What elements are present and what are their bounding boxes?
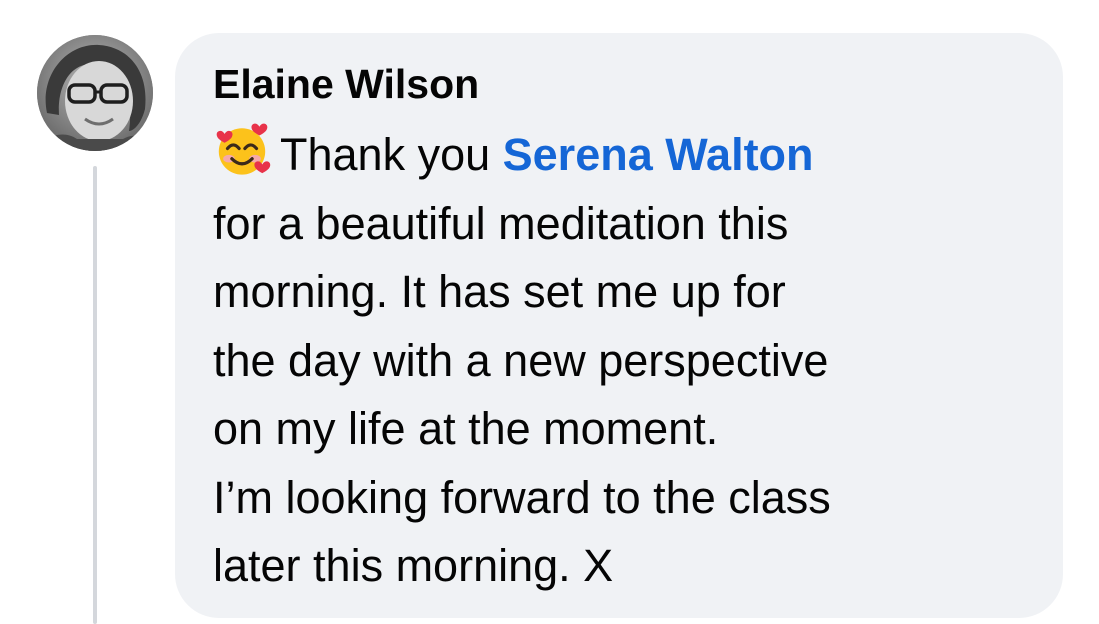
smiling-face-with-hearts-icon [216,123,271,175]
comment-line: for a beautiful meditation this [213,197,789,249]
comment-line: on my life at the moment. [213,403,719,454]
comment-author-name[interactable]: Elaine Wilson [213,61,479,108]
comment-line: later this morning. X [213,540,614,591]
comment-bubble: Elaine Wilson Thank you Serena Walton fo… [175,33,1063,618]
comment-greeting: Thank you [280,129,491,180]
comment-line: the day with a new perspective [213,334,829,386]
comment-line: morning. It has set me up for [213,266,786,317]
comment-line: I’m looking forward to the class [213,471,831,523]
mention-link[interactable]: Serena Walton [503,129,814,180]
comment-text: Thank you Serena Walton for a beautiful … [213,121,831,601]
avatar-photo [37,35,153,151]
comment-first-line: Thank you Serena Walton [213,121,831,190]
thread-line [93,166,97,624]
avatar[interactable] [37,35,153,151]
